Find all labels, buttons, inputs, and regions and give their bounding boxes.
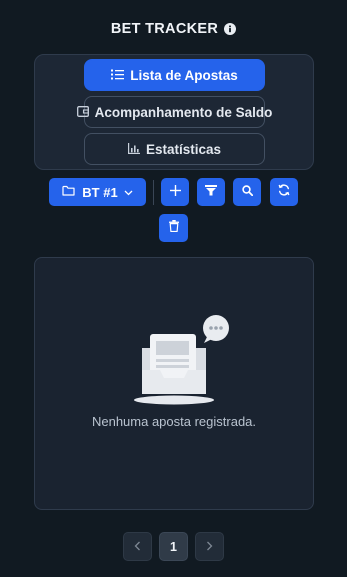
refresh-icon (278, 183, 290, 201)
tab-lista-de-apostas[interactable]: Lista de Apostas (84, 59, 265, 91)
filter-button[interactable] (197, 178, 225, 206)
chevron-right-icon (206, 538, 213, 556)
list-icon (111, 68, 125, 83)
next-page-button[interactable] (195, 532, 224, 561)
search-icon (241, 183, 253, 201)
wallet-select[interactable]: BT #1 (49, 178, 146, 206)
plus-icon (169, 183, 181, 201)
tab-label: Estatísticas (145, 141, 222, 157)
folder-icon (62, 183, 75, 201)
bets-list-panel: Nenhuma aposta registrada. (34, 257, 314, 510)
add-bet-button[interactable] (161, 178, 189, 206)
app-title: BET TRACKER (110, 21, 219, 37)
page-number: 1 (170, 539, 177, 554)
wallet-select-value: BT #1 (82, 184, 118, 200)
filter-icon (205, 183, 217, 201)
search-button[interactable] (233, 178, 261, 206)
tab-label: Lista de Apostas (130, 67, 238, 83)
page-button-current[interactable]: 1 (159, 532, 188, 561)
tab-acompanhamento-de-saldo[interactable]: Acompanhamento de Saldo (76, 96, 272, 128)
trash-icon (168, 219, 179, 237)
bar-chart-icon (127, 142, 140, 157)
header: BET TRACKER (0, 18, 347, 40)
empty-state-message: Nenhuma aposta registrada. (91, 414, 257, 429)
empty-inbox-illustration (132, 314, 232, 411)
nav-panel: Lista de Apostas Acompanhamento de Saldo… (34, 54, 314, 170)
tab-label: Acompanhamento de Saldo (94, 104, 273, 120)
chevron-left-icon (134, 538, 141, 556)
chevron-down-icon (124, 183, 133, 201)
wallet-icon (76, 105, 89, 120)
delete-button[interactable] (159, 214, 188, 242)
info-icon[interactable] (224, 23, 237, 35)
toolbar-divider (153, 180, 154, 205)
tab-estatisticas[interactable]: Estatísticas (84, 133, 265, 165)
prev-page-button[interactable] (123, 532, 152, 561)
refresh-button[interactable] (270, 178, 298, 206)
